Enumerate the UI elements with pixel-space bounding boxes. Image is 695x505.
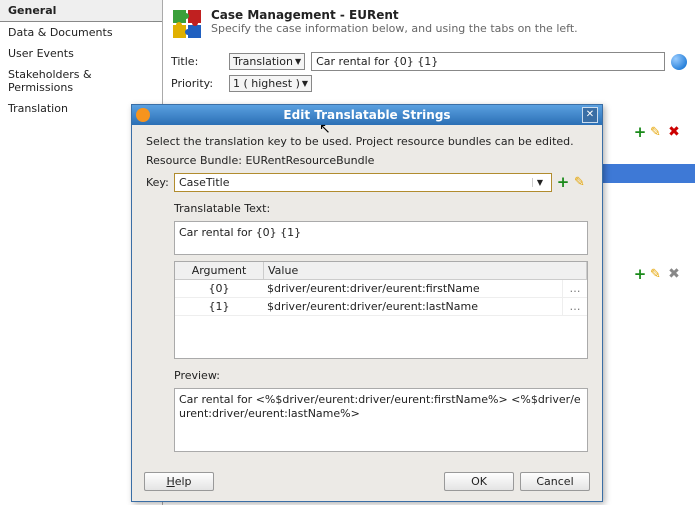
table-row[interactable]: {0} $driver/eurent:driver/eurent:firstNa… (175, 280, 587, 298)
ellipsis-icon[interactable]: … (562, 280, 587, 297)
dialog-app-icon (136, 108, 150, 122)
arguments-table: Argument Value {0} $driver/eurent:driver… (174, 261, 588, 359)
chevron-down-icon: ▼ (532, 178, 547, 187)
sidebar-item-events[interactable]: User Events (0, 43, 162, 64)
title-label: Title: (171, 55, 223, 68)
close-icon[interactable]: ✕ (582, 107, 598, 123)
val-cell: $driver/eurent:driver/eurent:firstName (263, 280, 562, 297)
bundle-label: Resource Bundle: (146, 154, 242, 167)
selection-stripe (602, 164, 695, 183)
action-bar-2: + ✎ ✖ (633, 268, 681, 282)
arg-cell: {0} (175, 280, 263, 297)
delete-disabled-icon: ✖ (667, 268, 681, 282)
title-mode-value: Translation (233, 55, 293, 68)
help-button[interactable]: Help (144, 472, 214, 491)
arg-cell: {1} (175, 298, 263, 315)
key-value: CaseTitle (179, 176, 230, 189)
preview-label: Preview: (174, 369, 588, 382)
priority-label: Priority: (171, 77, 223, 90)
edit-translatable-dialog: Edit Translatable Strings ✕ Select the t… (131, 104, 603, 502)
puzzle-icon (171, 8, 203, 40)
col-argument[interactable]: Argument (175, 262, 264, 279)
key-label: Key: (146, 176, 170, 189)
page-subtitle: Specify the case information below, and … (211, 22, 578, 35)
sidebar-item-data[interactable]: Data & Documents (0, 22, 162, 43)
sidebar-item-general[interactable]: General (0, 0, 162, 22)
add-icon[interactable]: + (633, 126, 647, 140)
priority-value: 1 ( highest ) (233, 77, 300, 90)
priority-select[interactable]: 1 ( highest )▼ (229, 75, 312, 92)
bundle-value: EURentResourceBundle (245, 154, 374, 167)
val-cell: $driver/eurent:driver/eurent:lastName (263, 298, 562, 315)
dialog-titlebar[interactable]: Edit Translatable Strings ✕ (132, 105, 602, 125)
add-icon[interactable]: + (633, 268, 647, 282)
col-value[interactable]: Value (264, 262, 587, 279)
ellipsis-icon[interactable]: … (562, 298, 587, 315)
edit-key-icon[interactable]: ✎ (574, 176, 588, 190)
page-title: Case Management - EURent (211, 8, 578, 22)
key-combo[interactable]: CaseTitle ▼ (174, 173, 552, 192)
translatable-label: Translatable Text: (174, 202, 588, 215)
globe-icon[interactable] (671, 54, 687, 70)
chevron-down-icon: ▼ (295, 57, 301, 66)
dialog-title: Edit Translatable Strings (283, 108, 450, 122)
title-field[interactable]: Car rental for {0} {1} (311, 52, 665, 71)
chevron-down-icon: ▼ (302, 79, 308, 88)
translatable-text[interactable]: Car rental for {0} {1} (174, 221, 588, 255)
title-mode-select[interactable]: Translation▼ (229, 53, 305, 70)
dialog-intro: Select the translation key to be used. P… (146, 135, 588, 148)
ok-button[interactable]: OK (444, 472, 514, 491)
table-row[interactable]: {1} $driver/eurent:driver/eurent:lastNam… (175, 298, 587, 316)
sidebar-item-stakeholders[interactable]: Stakeholders & Permissions (0, 64, 162, 98)
cancel-button[interactable]: Cancel (520, 472, 590, 491)
edit-icon[interactable]: ✎ (650, 268, 664, 282)
add-key-icon[interactable]: + (556, 176, 570, 190)
action-bar-1: + ✎ ✖ (633, 126, 681, 140)
delete-icon[interactable]: ✖ (667, 126, 681, 140)
preview-box: Car rental for <%$driver/eurent:driver/e… (174, 388, 588, 452)
edit-icon[interactable]: ✎ (650, 126, 664, 140)
bundle-row: Resource Bundle: EURentResourceBundle (146, 154, 588, 167)
